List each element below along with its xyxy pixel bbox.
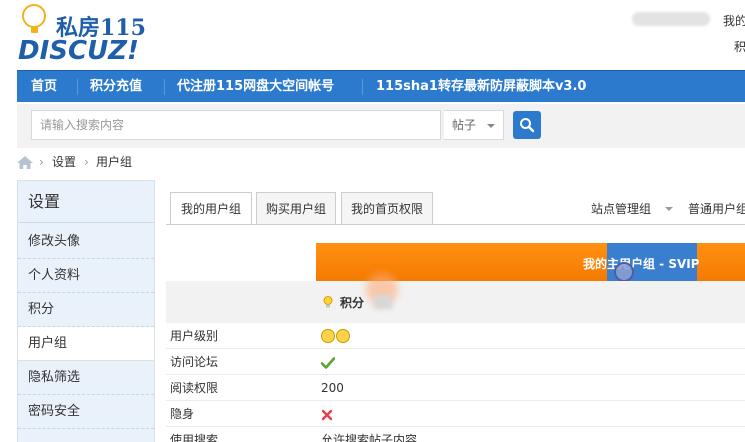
sidebar-title: 设置	[18, 181, 154, 223]
lightbulb-icon	[22, 4, 46, 33]
search-input[interactable]: 请输入搜索内容	[31, 110, 441, 140]
cursor-indicator	[614, 262, 634, 282]
tab-homepage-permissions[interactable]: 我的首页权限	[341, 192, 433, 224]
lightbulb-icon	[323, 296, 333, 308]
table-row: 隐身	[166, 401, 745, 427]
row-label: 用户级别	[170, 329, 219, 343]
row-label: 访问论坛	[170, 355, 219, 369]
sidebar-item-password[interactable]: 密码安全	[18, 395, 154, 429]
table-row: 阅读权限 200	[166, 375, 745, 401]
breadcrumb-settings[interactable]: 设置	[52, 152, 76, 172]
level-stars	[321, 323, 351, 349]
table-row: 访问论坛	[166, 349, 745, 375]
nav-points-recharge[interactable]: 积分充值	[90, 71, 142, 103]
permission-value	[320, 349, 336, 375]
nav-register-account[interactable]: 代注册115网盘大空间帐号	[177, 71, 334, 103]
settings-sidebar: 设置 修改头像 个人资料 积分 用户组 隐私筛选 密码安全	[17, 180, 155, 442]
sidebar-item-points[interactable]: 积分	[18, 293, 154, 327]
main-nav: 首页 积分充值 代注册115网盘大空间帐号 115sha1转存最新防屏蔽脚本v3…	[17, 70, 745, 102]
my-link[interactable]: 我的	[723, 12, 745, 29]
search-button[interactable]	[513, 111, 541, 139]
points-row: 积分	[166, 273, 745, 323]
row-label: 阅读权限	[170, 381, 219, 395]
home-icon[interactable]	[17, 156, 33, 169]
search-type-label: 帖子	[452, 118, 477, 132]
tab-my-usergroup[interactable]: 我的用户组	[170, 192, 252, 225]
sidebar-item-privacy[interactable]: 隐私筛选	[18, 361, 154, 395]
nav-divider	[362, 79, 363, 95]
breadcrumb-usergroup[interactable]: 用户组	[96, 152, 132, 172]
row-value: 200	[321, 381, 344, 395]
level-smiley-icon	[321, 328, 335, 343]
tab-divider	[166, 224, 745, 225]
breadcrumb-separator-icon: ›	[84, 155, 89, 169]
level-smiley-icon	[336, 328, 350, 343]
search-type-select[interactable]: 帖子	[444, 110, 504, 140]
admin-group-chevron[interactable]	[662, 200, 673, 212]
chevron-down-icon	[487, 124, 495, 128]
search-bar: 请输入搜索内容 帖子	[17, 104, 745, 148]
nav-sha1-script[interactable]: 115sha1转存最新防屏蔽脚本v3.0	[376, 71, 586, 103]
breadcrumb-separator-icon: ›	[39, 155, 44, 169]
check-icon	[320, 356, 336, 369]
row-value: 允许搜索帖子内容	[321, 433, 418, 442]
admin-group-select[interactable]: 站点管理组	[591, 200, 651, 217]
sidebar-item-usergroup[interactable]: 用户组	[18, 327, 154, 361]
chevron-down-icon	[665, 207, 673, 211]
table-row: 用户级别	[166, 323, 745, 349]
nav-home[interactable]: 首页	[31, 71, 57, 103]
cross-icon	[321, 409, 333, 420]
row-label: 隐身	[170, 407, 195, 421]
table-row: 使用搜索 允许搜索帖子内容	[166, 427, 745, 442]
brand-logo-text: DISCUZ!	[18, 36, 139, 66]
row-label: 使用搜索	[170, 433, 219, 442]
tab-buy-usergroup[interactable]: 购买用户组	[256, 192, 336, 224]
username-blurred	[632, 12, 710, 26]
permission-value	[321, 401, 333, 427]
sidebar-item-avatar[interactable]: 修改头像	[18, 225, 154, 259]
nav-divider	[77, 79, 78, 95]
points-value-blurred	[374, 295, 392, 309]
normal-group-select[interactable]: 普通用户组	[688, 200, 745, 217]
points-label: 积分	[340, 296, 365, 310]
nav-divider	[164, 79, 165, 95]
sidebar-item-profile[interactable]: 个人资料	[18, 259, 154, 293]
points-link[interactable]: 积	[734, 38, 745, 55]
site-logo[interactable]: 私房115 DISCUZ!	[16, 4, 146, 66]
main-group-label: 我的主用户组 - SVIP	[583, 257, 700, 271]
search-icon	[520, 118, 535, 133]
